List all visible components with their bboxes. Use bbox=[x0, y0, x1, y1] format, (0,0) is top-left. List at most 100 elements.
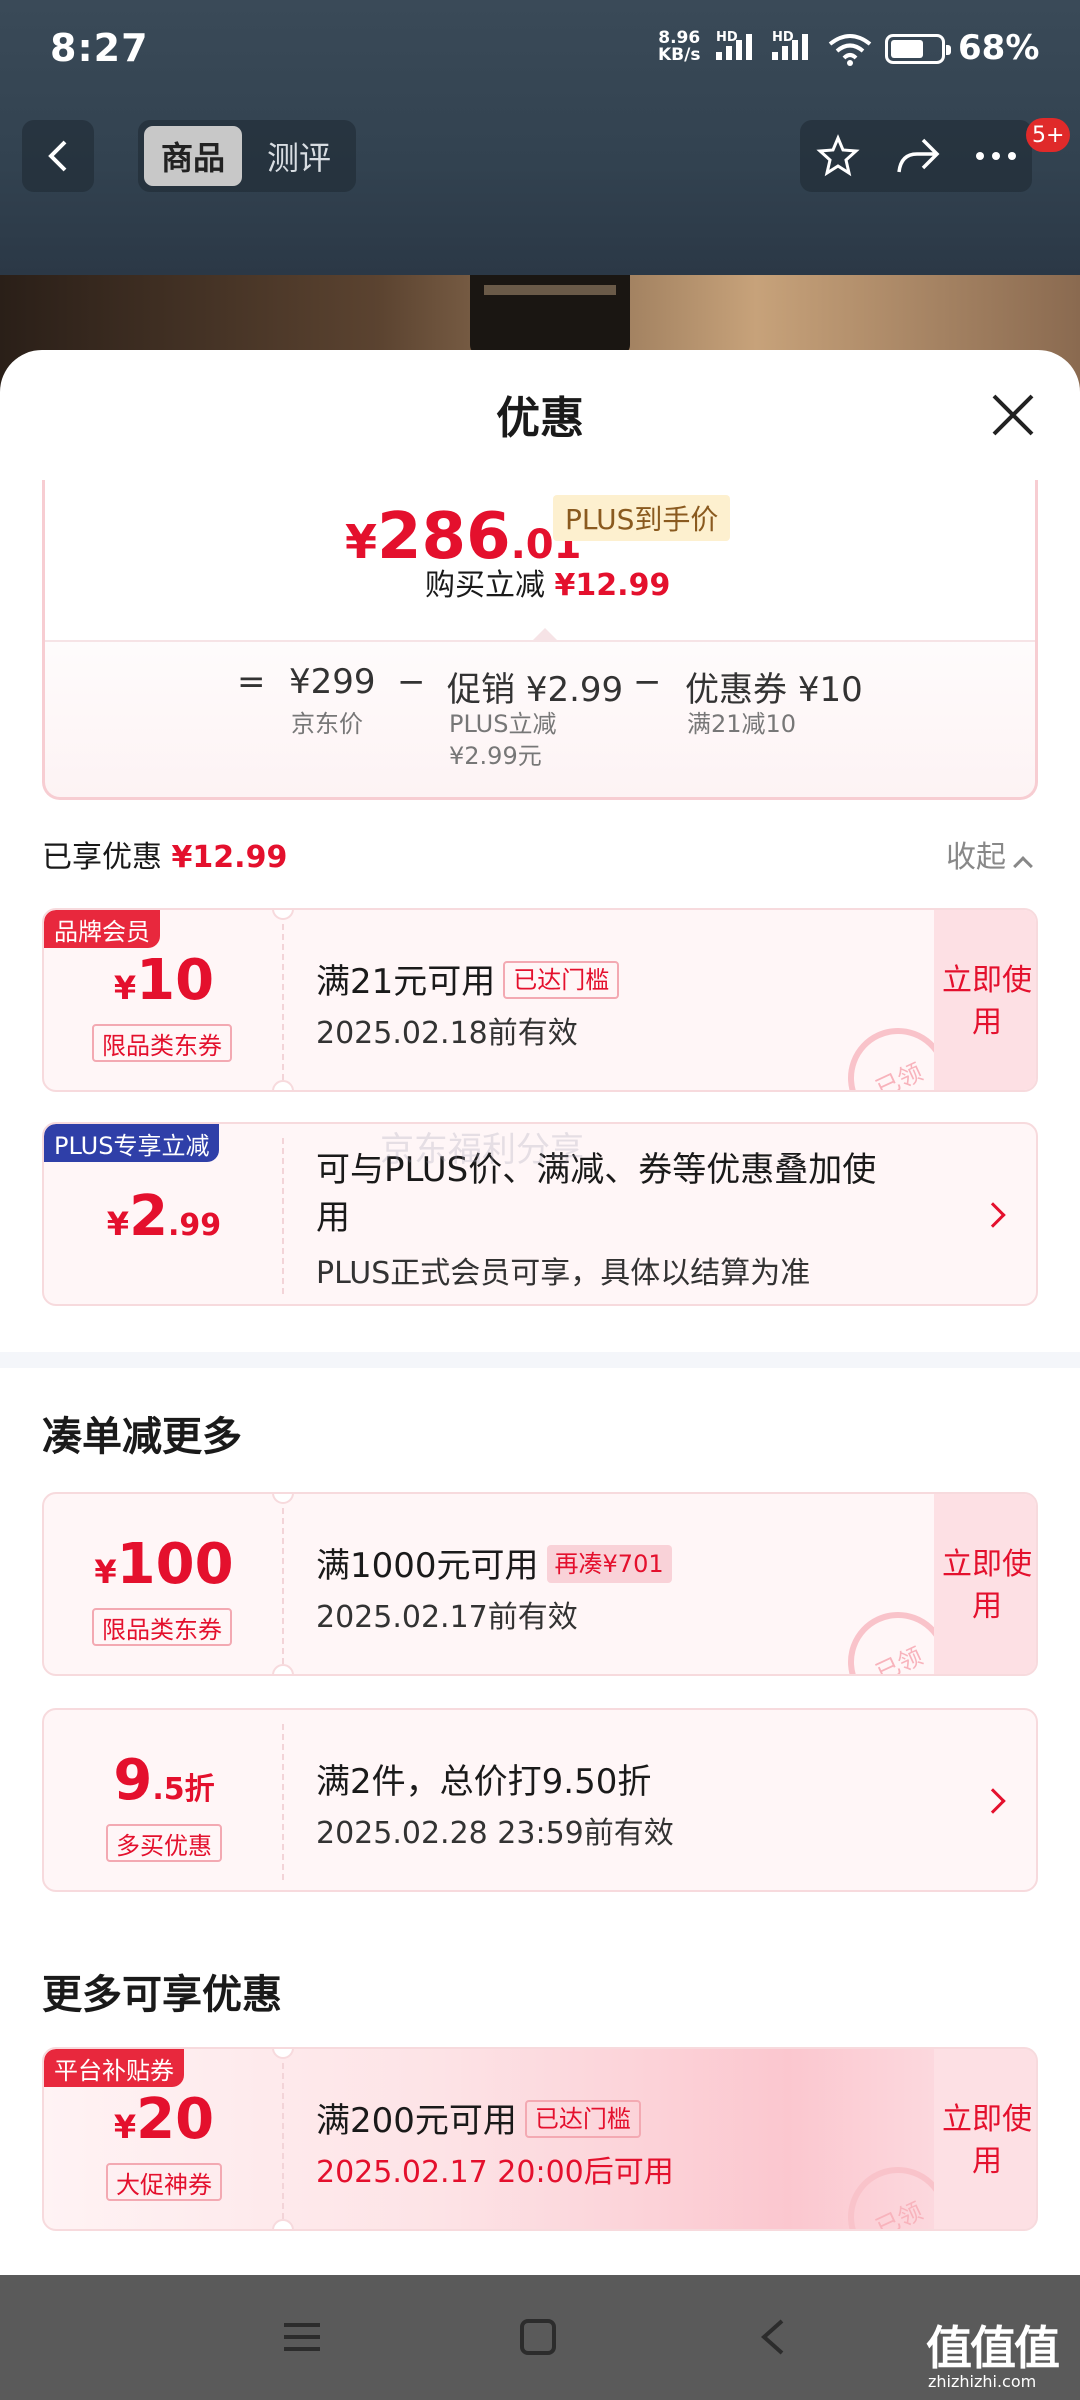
coupon-amount: ¥10 bbox=[44, 948, 284, 1013]
back-icon bbox=[48, 140, 67, 172]
promo-amount: 促销 ¥2.99 bbox=[447, 662, 623, 711]
tab-product[interactable]: 商品 bbox=[144, 126, 242, 186]
coupon-type: 限品类东券 bbox=[92, 1608, 232, 1646]
site-url: zhizhizhi.com bbox=[928, 2372, 1037, 2391]
coupon-type: 多买优惠 bbox=[106, 1824, 222, 1862]
coupon-condition-text: 满200元可用 bbox=[316, 2101, 517, 2141]
battery-percent: 68% bbox=[958, 28, 1040, 68]
price-formula: = ¥299 京东价 − 促销 ¥2.99 PLUS立减 ¥2.99元 − 优惠… bbox=[45, 660, 1035, 780]
notch bbox=[272, 2219, 294, 2229]
threshold-tag: 已达门槛 bbox=[524, 2099, 641, 2138]
coupon-amount: ¥2.99 bbox=[44, 1184, 284, 1249]
chevron-up-icon bbox=[1013, 856, 1033, 876]
site-logo: 值值值 bbox=[926, 2321, 1060, 2375]
top-nav: 商品 测评 5+ bbox=[0, 118, 1080, 198]
jd-price: ¥299 bbox=[289, 662, 376, 702]
back-button[interactable] bbox=[22, 120, 94, 192]
coupon-card[interactable]: 品牌会员 ¥10 限品类东券 满21元可用 已达门槛 2025.02.18前有效 … bbox=[42, 908, 1038, 1092]
collapse-button[interactable]: 收起 bbox=[946, 832, 1033, 876]
use-now-button[interactable]: 立即使用 bbox=[934, 2049, 1036, 2229]
coupon-amount: ¥20 bbox=[44, 2087, 284, 2152]
more-button[interactable] bbox=[970, 130, 1022, 182]
coupon-value-area: ¥100 限品类东券 bbox=[44, 1494, 284, 1674]
back-nav-icon[interactable] bbox=[752, 2315, 796, 2359]
sheet-title: 优惠 bbox=[496, 393, 584, 444]
coupon-validity: 2025.02.17前有效 bbox=[316, 1600, 578, 1635]
share-button[interactable] bbox=[892, 130, 944, 182]
more-icon bbox=[976, 152, 1016, 160]
network-speed-unit: KB/s bbox=[658, 45, 701, 65]
divider bbox=[282, 1724, 284, 1880]
coupon-number: 20 bbox=[136, 2087, 215, 2152]
coupon-amount: 9.5折 bbox=[44, 1748, 284, 1813]
section-separator bbox=[0, 1352, 1080, 1368]
tab-review[interactable]: 测评 bbox=[250, 126, 348, 186]
coupon-corner-tag: 品牌会员 bbox=[44, 910, 160, 948]
home-icon[interactable] bbox=[516, 2315, 560, 2359]
minus-sign-1: − bbox=[397, 662, 426, 702]
divider bbox=[282, 1508, 284, 1664]
battery-icon bbox=[885, 34, 951, 64]
reduce-line: 购买立减 ¥12.99 bbox=[425, 560, 670, 604]
coupon-decimal: .99 bbox=[168, 1208, 222, 1243]
status-bar: 8:27 8.96 KB/s HD HD 68% bbox=[0, 0, 1080, 100]
section-title-extra: 更多可享优惠 bbox=[42, 1972, 282, 2018]
coupon-card[interactable]: 平台补贴券 ¥20 大促神券 满200元可用 已达门槛 2025.02.17 20… bbox=[42, 2047, 1038, 2231]
chevron-right-icon[interactable] bbox=[980, 1202, 1006, 1228]
signal-icon-2 bbox=[772, 34, 808, 60]
promo-label: 促销 bbox=[447, 670, 515, 710]
coupon-corner-tag: PLUS专享立减 bbox=[44, 1124, 220, 1162]
coupon-condition: 满21元可用 已达门槛 bbox=[316, 954, 620, 1003]
message-badge: 5+ bbox=[1026, 118, 1071, 152]
promo-sub-2: ¥2.99元 bbox=[449, 742, 542, 770]
discount-sheet: 优惠 ¥286.01 PLUS到手价 购买立减 ¥12.99 = ¥299 京东… bbox=[0, 350, 1080, 2275]
add-more-tag: 再凑¥701 bbox=[546, 1544, 672, 1583]
promo-sub-1: PLUS立减 bbox=[449, 710, 557, 738]
coupon-currency: ¥ bbox=[113, 969, 137, 1007]
coupon-validity: 2025.02.18前有效 bbox=[316, 1016, 578, 1051]
coupon-note: PLUS正式会员可享，具体以结算为准 bbox=[316, 1256, 811, 1291]
coupon-number: 2 bbox=[129, 1184, 169, 1249]
coupon-validity: 2025.02.28 23:59前有效 bbox=[316, 1816, 674, 1851]
notch bbox=[272, 1664, 294, 1674]
coupon-decimal: .5折 bbox=[152, 1772, 215, 1807]
divider bbox=[282, 1138, 284, 1294]
coupon-condition-text: 满21元可用 bbox=[316, 962, 496, 1002]
coupon-condition-text: 满1000元可用 bbox=[316, 1546, 539, 1586]
coupon-corner-tag: 平台补贴券 bbox=[44, 2049, 184, 2087]
coupon-card[interactable]: ¥100 限品类东券 满1000元可用 再凑¥701 2025.02.17前有效 … bbox=[42, 1492, 1038, 1676]
coupon-condition: 满200元可用 已达门槛 bbox=[316, 2093, 641, 2142]
close-icon[interactable] bbox=[988, 390, 1038, 440]
collapse-label: 收起 bbox=[946, 840, 1006, 875]
menu-icon[interactable] bbox=[280, 2315, 324, 2359]
equals-sign: = bbox=[237, 662, 266, 702]
jd-price-label: 京东价 bbox=[291, 710, 363, 738]
price-breakdown: ¥286.01 PLUS到手价 购买立减 ¥12.99 = ¥299 京东价 −… bbox=[42, 480, 1038, 800]
caret-marker bbox=[531, 628, 559, 642]
chevron-right-icon[interactable] bbox=[980, 1788, 1006, 1814]
coupon-number: 100 bbox=[116, 1532, 234, 1597]
divider bbox=[282, 924, 284, 1080]
wifi-icon bbox=[828, 34, 872, 66]
coupon-condition: 满2件，总价打9.50折 bbox=[316, 1762, 652, 1802]
divider bbox=[282, 2063, 284, 2219]
reduce-label: 购买立减 bbox=[425, 568, 545, 603]
use-now-button[interactable]: 立即使用 bbox=[934, 1494, 1036, 1674]
coupon-amount: ¥100 bbox=[44, 1532, 284, 1597]
threshold-tag: 已达门槛 bbox=[503, 960, 620, 999]
coupon-value-area: 品牌会员 ¥10 限品类东券 bbox=[44, 910, 284, 1090]
use-now-button[interactable]: 立即使用 bbox=[934, 910, 1036, 1090]
enjoyed-value: ¥12.99 bbox=[171, 840, 288, 875]
coupon-label: 优惠券 bbox=[685, 670, 787, 710]
coupon-currency: ¥ bbox=[106, 1205, 130, 1243]
coupon-value: ¥10 bbox=[797, 670, 863, 710]
coupon-number: 9 bbox=[113, 1748, 153, 1813]
coupon-type: 限品类东券 bbox=[92, 1024, 232, 1062]
coupon-card-discount[interactable]: 9.5折 多买优惠 满2件，总价打9.50折 2025.02.28 23:59前… bbox=[42, 1708, 1038, 1892]
coupon-value-area: 平台补贴券 ¥20 大促神券 bbox=[44, 2049, 284, 2229]
coupon-number: 10 bbox=[136, 948, 215, 1013]
system-nav-bar bbox=[0, 2275, 1080, 2400]
enjoyed-label: 已享优惠 bbox=[42, 840, 162, 875]
favorite-button[interactable] bbox=[812, 130, 864, 182]
coupon-value-area: 9.5折 多买优惠 bbox=[44, 1710, 284, 1890]
